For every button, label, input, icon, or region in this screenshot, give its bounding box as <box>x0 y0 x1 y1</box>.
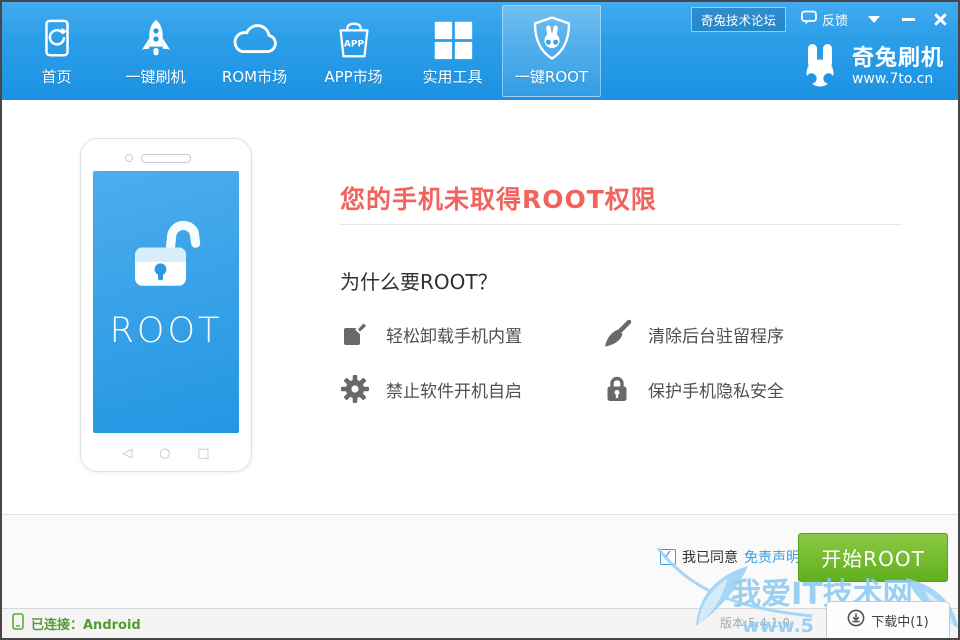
action-bar: 我已同意 免责声明 开始ROOT <box>2 514 958 609</box>
tab-home[interactable]: 首页 <box>7 5 106 97</box>
shield-rabbit-icon <box>529 13 575 61</box>
android-recent-icon: □ <box>197 446 209 462</box>
connection-status: 已连接：Android <box>12 609 141 638</box>
disclaimer-link[interactable]: 免责声明 <box>744 547 800 567</box>
phone-camera-dot <box>125 154 133 162</box>
rocket-icon <box>134 13 178 61</box>
agree-label: 我已同意 <box>682 547 738 567</box>
phone-screen: ROOT <box>93 171 239 433</box>
app-bag-icon: APP <box>332 13 376 61</box>
titlebar: 奇兔技术论坛 反馈 <box>691 8 948 30</box>
tab-app-label: APP市场 <box>324 66 382 87</box>
android-home-icon: ○ <box>159 446 170 462</box>
grid-icon <box>432 13 474 61</box>
tab-rom-market[interactable]: ROM市场 <box>205 5 304 97</box>
app-bag-text: APP <box>343 40 364 50</box>
tab-flash-label: 一键刷机 <box>125 66 185 87</box>
brand-name: 奇兔刷机 <box>852 47 944 71</box>
minimize-icon <box>902 18 915 21</box>
version-text: 版本:5.4.1.0 <box>720 609 790 638</box>
nav-tabs: 首页 一键刷机 <box>7 5 601 97</box>
phone-nav-bar: ◁ ○ □ <box>81 446 251 462</box>
feature-uninstall: 轻松卸载手机内置 <box>340 318 602 350</box>
feedback-label: 反馈 <box>822 10 848 29</box>
brand-logo: 奇兔刷机 www.7to.cn <box>796 42 944 92</box>
home-phone-refresh-icon <box>35 13 79 61</box>
download-label: 下载中(1) <box>871 611 928 630</box>
app-window: 首页 一键刷机 <box>0 0 960 640</box>
download-circle-icon <box>847 609 865 631</box>
tab-one-key-root[interactable]: 一键ROOT <box>502 5 601 97</box>
close-button[interactable] <box>933 12 948 27</box>
feature-autostart: 禁止软件开机自启 <box>340 373 602 405</box>
phone-root-text: ROOT <box>110 311 223 351</box>
feature-privacy-label: 保护手机隐私安全 <box>648 377 784 402</box>
feature-uninstall-label: 轻松卸载手机内置 <box>386 322 522 347</box>
title-divider <box>340 224 902 225</box>
why-root-heading: 为什么要ROOT？ <box>340 266 498 295</box>
connected-phone-icon <box>12 613 24 634</box>
page-title: 您的手机未取得ROOT权限 <box>340 180 657 216</box>
feedback-button[interactable]: 反馈 <box>801 10 848 29</box>
chevron-down-icon <box>868 16 880 23</box>
feedback-bubble-icon <box>801 10 817 29</box>
start-root-button[interactable]: 开始ROOT <box>798 533 948 582</box>
feature-clean: 清除后台驻留程序 <box>602 318 864 350</box>
main-content: ROOT ◁ ○ □ 您的手机未取得ROOT权限 为什么要ROOT？ 轻松卸载手… <box>2 100 958 514</box>
status-bar: 已连接：Android 版本:5.4.1.0 <box>2 608 958 638</box>
phone-illustration: ROOT ◁ ○ □ <box>80 138 252 472</box>
download-panel[interactable]: 下载中(1) <box>826 601 950 638</box>
open-lock-icon <box>120 211 212 297</box>
brush-icon <box>602 319 632 349</box>
tab-tools-label: 实用工具 <box>422 66 482 87</box>
uninstall-icon <box>340 319 370 349</box>
feature-list: 轻松卸载手机内置 清除后台驻留程序 <box>340 318 864 405</box>
tab-app-market[interactable]: APP APP市场 <box>304 5 403 97</box>
menu-dropdown-button[interactable] <box>866 12 882 27</box>
tab-tools[interactable]: 实用工具 <box>403 5 502 97</box>
connection-text: 已连接：Android <box>31 614 141 633</box>
feature-autostart-label: 禁止软件开机自启 <box>386 377 522 402</box>
phone-speaker <box>141 154 191 163</box>
forum-button[interactable]: 奇兔技术论坛 <box>691 7 786 32</box>
agree-row: 我已同意 免责声明 <box>660 547 800 567</box>
minimize-button[interactable] <box>900 12 917 27</box>
gear-icon <box>340 374 370 404</box>
tab-rom-label: ROM市场 <box>222 66 287 87</box>
tab-root-label: 一键ROOT <box>515 66 588 87</box>
rabbit-logo-icon <box>796 42 844 92</box>
tab-one-key-flash[interactable]: 一键刷机 <box>106 5 205 97</box>
feature-clean-label: 清除后台驻留程序 <box>648 322 784 347</box>
agree-checkbox[interactable] <box>660 549 676 565</box>
android-back-icon: ◁ <box>122 446 132 462</box>
header: 首页 一键刷机 <box>2 2 958 100</box>
brand-url: www.7to.cn <box>852 71 944 87</box>
tab-home-label: 首页 <box>41 66 71 87</box>
lock-icon <box>602 374 632 404</box>
feature-privacy: 保护手机隐私安全 <box>602 373 864 405</box>
cloud-icon <box>229 13 281 61</box>
